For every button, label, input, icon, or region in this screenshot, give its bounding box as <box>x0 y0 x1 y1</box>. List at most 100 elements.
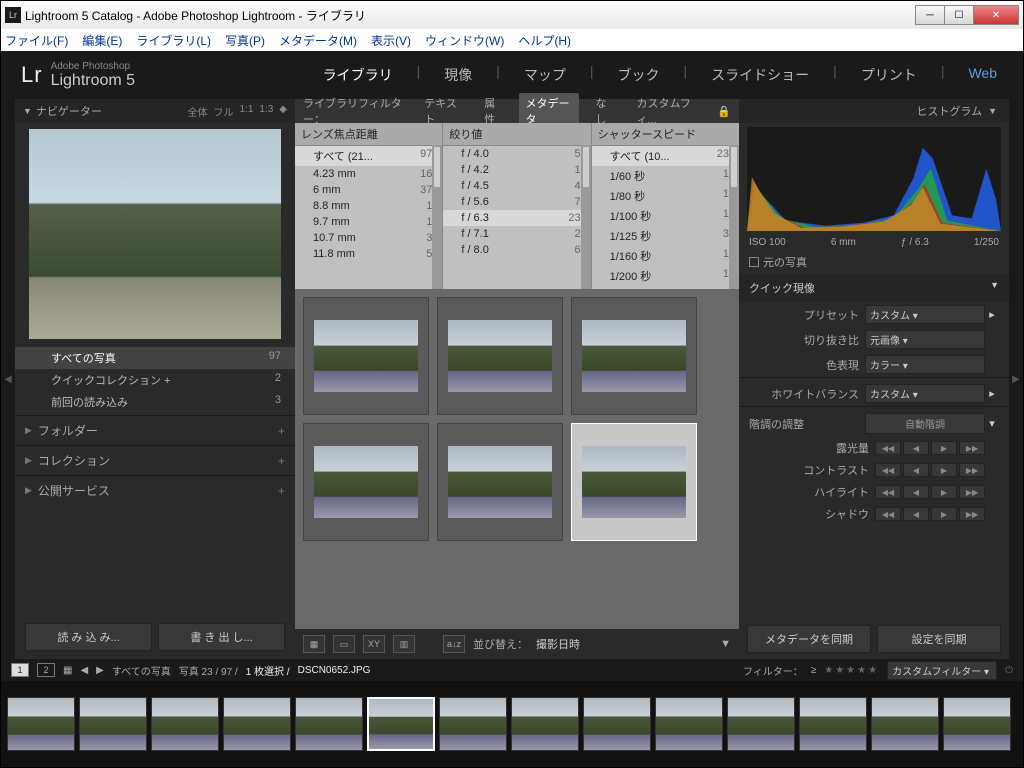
filmstrip-thumbnail[interactable] <box>511 697 579 751</box>
module-develop[interactable]: 現像 <box>438 63 478 87</box>
treatment-select[interactable]: カラー ▾ <box>865 355 985 374</box>
grid-view-icon[interactable]: ▦ <box>303 635 325 653</box>
sync-metadata-button[interactable]: メタデータを同期 <box>747 625 871 653</box>
quick-develop-header[interactable]: クイック現像▼ <box>739 274 1009 302</box>
metadata-row[interactable]: f / 8.06 <box>443 242 590 258</box>
filter-lock-icon[interactable]: 🔒 <box>717 105 731 118</box>
nav-1-1[interactable]: 1:1 <box>239 104 253 119</box>
section-publish[interactable]: ▶公開サービス+ <box>15 475 295 505</box>
metadata-row[interactable]: 10.7 mm3 <box>295 230 442 246</box>
filmstrip-thumbnail[interactable] <box>727 697 795 751</box>
tone-expand-icon[interactable]: ▾ <box>985 417 999 430</box>
metadata-row[interactable]: 1/60 秒1 <box>592 166 739 186</box>
metadata-row[interactable]: 9.7 mm1 <box>295 214 442 230</box>
contrast-stepper[interactable]: ◀◀◀▶▶▶ <box>875 463 985 477</box>
filmstrip-thumbnail[interactable] <box>943 697 1011 751</box>
metadata-column-header[interactable]: レンズ焦点距離 <box>295 123 442 146</box>
grid-thumbnail[interactable] <box>571 297 697 415</box>
sync-settings-button[interactable]: 設定を同期 <box>877 625 1001 653</box>
left-edge-handle[interactable]: ◀ <box>1 99 15 659</box>
nav-fit[interactable]: 全体 <box>187 104 207 119</box>
metadata-column-header[interactable]: シャッタースピード <box>592 123 739 146</box>
menu-edit[interactable]: 編集(E) <box>82 32 122 49</box>
metadata-row[interactable]: 1/100 秒1 <box>592 206 739 226</box>
thumbnail-grid[interactable] <box>295 289 739 629</box>
metadata-row[interactable]: 1/125 秒3 <box>592 226 739 246</box>
menu-photo[interactable]: 写真(P) <box>225 32 265 49</box>
metadata-row[interactable]: f / 4.21 <box>443 162 590 178</box>
menu-metadata[interactable]: メタデータ(M) <box>279 32 357 49</box>
section-folders[interactable]: ▶フォルダー+ <box>15 415 295 445</box>
metadata-row[interactable]: f / 6.323 <box>443 210 590 226</box>
metadata-row[interactable]: 1/80 秒1 <box>592 186 739 206</box>
metadata-row[interactable]: f / 4.54 <box>443 178 590 194</box>
grid-thumbnail[interactable] <box>303 423 429 541</box>
export-button[interactable]: 書 き 出 し... <box>158 623 285 651</box>
filmstrip-thumbnail[interactable] <box>799 697 867 751</box>
filmstrip-thumbnail[interactable] <box>583 697 651 751</box>
sort-direction-icon[interactable]: a↓z <box>443 635 465 653</box>
metadata-row[interactable]: 11.8 mm5 <box>295 246 442 262</box>
metadata-row[interactable]: f / 4.05 <box>443 146 590 162</box>
auto-tone-button[interactable]: 自動階調 <box>865 413 985 434</box>
grid-thumbnail[interactable] <box>437 423 563 541</box>
histogram[interactable] <box>747 127 1001 231</box>
menu-help[interactable]: ヘルプ(H) <box>518 32 571 49</box>
forward-icon[interactable]: ▶ <box>96 665 104 676</box>
module-map[interactable]: マップ <box>518 63 572 87</box>
filter-preset-select[interactable]: カスタムフィルター ▾ <box>887 661 997 680</box>
filmstrip-thumbnail[interactable] <box>655 697 723 751</box>
filmstrip-thumbnail[interactable] <box>223 697 291 751</box>
metadata-column-header[interactable]: 絞り値 <box>443 123 590 146</box>
metadata-row[interactable]: 8.8 mm1 <box>295 198 442 214</box>
module-slideshow[interactable]: スライドショー <box>705 63 815 87</box>
filmstrip-thumbnail[interactable] <box>151 697 219 751</box>
metadata-row[interactable]: 6 mm37 <box>295 182 442 198</box>
preset-select[interactable]: カスタム ▾ <box>865 305 985 324</box>
filmstrip-thumbnail[interactable] <box>295 697 363 751</box>
menu-file[interactable]: ファイル(F) <box>5 32 68 49</box>
close-button[interactable]: ✕ <box>973 5 1019 25</box>
monitor-2-button[interactable]: 2 <box>37 663 55 677</box>
status-collection[interactable]: すべての写真 <box>112 663 171 678</box>
grid-thumbnail[interactable] <box>303 297 429 415</box>
filmstrip[interactable] <box>1 681 1023 767</box>
filmstrip-thumbnail[interactable] <box>871 697 939 751</box>
scrollbar[interactable] <box>729 145 739 289</box>
metadata-row[interactable]: f / 7.12 <box>443 226 590 242</box>
metadata-row[interactable]: 1/200 秒1 <box>592 266 739 286</box>
monitor-1-button[interactable]: 1 <box>11 663 29 677</box>
back-icon[interactable]: ◀ <box>80 665 88 676</box>
original-photo-checkbox[interactable]: 元の写真 <box>739 250 1009 274</box>
catalog-all-photos[interactable]: すべての写真97 <box>15 347 295 369</box>
grid-toggle-icon[interactable]: ▦ <box>63 665 72 676</box>
histogram-header[interactable]: ヒストグラム▼ <box>739 99 1009 123</box>
survey-view-icon[interactable]: ▥ <box>393 635 415 653</box>
right-edge-handle[interactable]: ▶ <box>1009 99 1023 659</box>
maximize-button[interactable]: ☐ <box>944 5 974 25</box>
exposure-stepper[interactable]: ◀◀◀▶▶▶ <box>875 441 985 455</box>
shadow-stepper[interactable]: ◀◀◀▶▶▶ <box>875 507 985 521</box>
catalog-previous-import[interactable]: 前回の読み込み3 <box>15 391 295 413</box>
menu-window[interactable]: ウィンドウ(W) <box>425 32 504 49</box>
navigator-preview[interactable] <box>29 129 281 339</box>
wb-expand-icon[interactable]: ▸ <box>985 387 999 400</box>
filmstrip-thumbnail[interactable] <box>439 697 507 751</box>
metadata-row[interactable]: すべて (10...23 <box>592 146 739 166</box>
wb-select[interactable]: カスタム ▾ <box>865 384 985 403</box>
crop-select[interactable]: 元画像 ▾ <box>865 330 985 349</box>
filmstrip-thumbnail[interactable] <box>7 697 75 751</box>
metadata-row[interactable]: すべて (21...97 <box>295 146 442 166</box>
grid-thumbnail[interactable] <box>437 297 563 415</box>
toolbar-menu-icon[interactable]: ▼ <box>720 638 731 650</box>
nav-1-3[interactable]: 1:3 <box>259 104 273 119</box>
preset-expand-icon[interactable]: ▸ <box>985 308 999 321</box>
section-collections[interactable]: ▶コレクション+ <box>15 445 295 475</box>
catalog-quick-collection[interactable]: クイックコレクション +2 <box>15 369 295 391</box>
navigator-header[interactable]: ▼ナビゲーター 全体 フル 1:1 1:3 ◆ <box>15 99 295 123</box>
module-library[interactable]: ライブラリ <box>317 63 399 87</box>
nav-ratio-menu-icon[interactable]: ◆ <box>279 104 287 119</box>
compare-view-icon[interactable]: XY <box>363 635 385 653</box>
metadata-row[interactable]: 1/160 秒1 <box>592 246 739 266</box>
nav-fill[interactable]: フル <box>213 104 233 119</box>
